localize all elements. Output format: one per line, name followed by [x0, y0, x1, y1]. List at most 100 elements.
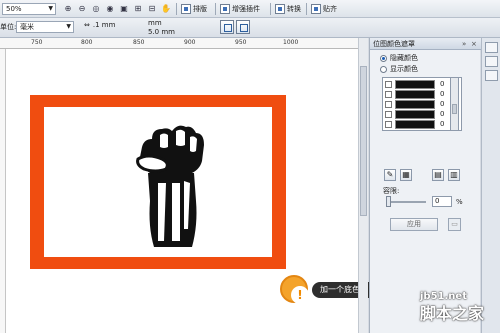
color-checkbox[interactable]: [385, 121, 392, 128]
bitmap-color-mask-docker: 位图颜色遮罩 » × 隐藏颜色 显示颜色 0 0 0 0 0 ✎ ▦ ▤ ▥ 容…: [369, 38, 481, 333]
save-mask-icon[interactable]: ▤: [432, 169, 444, 181]
color-swatch: [395, 100, 435, 109]
vertical-scrollbar[interactable]: [358, 38, 368, 333]
scrollbar-thumb[interactable]: [360, 66, 367, 216]
property-bar: 单位: 毫米 ▼ ⇔ .1 mm mm 5.0 mm: [0, 18, 500, 38]
color-swatch: [395, 120, 435, 129]
arrange-icon: [181, 4, 191, 14]
horizontal-ruler: 750 800 850 900 950 1000: [0, 38, 362, 49]
zoom-level-value: 50%: [6, 5, 22, 13]
color-swatch: [395, 90, 435, 99]
eyedropper-icon[interactable]: ✎: [384, 169, 396, 181]
close-icon[interactable]: ×: [471, 38, 477, 50]
convert-label: 转换: [287, 5, 301, 13]
zoom-out-icon[interactable]: ⊖: [76, 3, 88, 15]
tolerance-slider-track[interactable]: [390, 201, 426, 203]
nudge-value: .1 mm: [92, 21, 116, 29]
docker-tab[interactable]: [485, 56, 498, 67]
toolbar-separator: [306, 3, 307, 15]
color-list-scrollbar[interactable]: [450, 77, 459, 131]
convert-icon: [275, 4, 285, 14]
watermark-name: 脚本之家: [420, 304, 485, 323]
show-colors-label: 显示颜色: [390, 65, 418, 73]
bitmap-image[interactable]: [44, 107, 272, 257]
docker-title: 位图颜色遮罩: [373, 40, 415, 48]
arrange-menu-button[interactable]: 排版: [181, 2, 207, 16]
tolerance-label: 容限:: [383, 187, 400, 195]
ruler-tick-label: 1000: [283, 39, 299, 46]
toolbar-separator: [215, 3, 216, 15]
zoom-in-icon[interactable]: ⊕: [62, 3, 74, 15]
docker-title-bar: 位图颜色遮罩 » ×: [370, 38, 481, 50]
color-tolerance-value: 0: [440, 100, 445, 108]
color-checkbox[interactable]: [385, 111, 392, 118]
pan-icon[interactable]: ✋: [160, 3, 172, 15]
convert-menu-button[interactable]: 转换: [275, 2, 301, 16]
ruler-tick-label: 950: [235, 39, 247, 46]
color-tolerance-value: 0: [440, 120, 445, 128]
apply-button[interactable]: 应用: [390, 218, 438, 231]
raised-fist-graphic: [136, 125, 204, 247]
unit-label: 单位:: [0, 23, 17, 31]
tip-bubble: !: [280, 275, 309, 304]
dup-x-value: mm: [148, 19, 162, 27]
zoom-page-icon[interactable]: ▣: [118, 3, 130, 15]
treat-as-filled-icon[interactable]: [220, 20, 234, 34]
zoom-height-icon[interactable]: ⊟: [146, 3, 158, 15]
nudge-icon: ⇔: [84, 21, 90, 29]
chevron-down-icon: ▼: [66, 23, 71, 30]
color-tolerance-value: 0: [440, 90, 445, 98]
arrange-label: 排版: [193, 5, 207, 13]
scrollbar-thumb[interactable]: [452, 104, 457, 114]
zoom-selection-icon[interactable]: ◎: [90, 3, 102, 15]
hide-colors-option[interactable]: 隐藏颜色: [380, 53, 418, 63]
zoom-level-select[interactable]: 50% ▼: [2, 3, 56, 15]
ruler-tick-label: 800: [81, 39, 93, 46]
standard-toolbar: 50% ▼ ⊕ ⊖ ◎ ◉ ▣ ⊞ ⊟ ✋ 排版 增强插件 转换 贴齐: [0, 0, 500, 18]
docker-tab[interactable]: [485, 70, 498, 81]
toolbar-separator: [270, 3, 271, 15]
color-swatch: [395, 110, 435, 119]
color-row[interactable]: 0: [383, 119, 453, 130]
unit-select[interactable]: 毫米 ▼: [16, 21, 74, 33]
orange-background-frame[interactable]: [30, 95, 286, 269]
open-mask-icon[interactable]: ▥: [448, 169, 460, 181]
snap-options-icon[interactable]: [236, 20, 250, 34]
color-checkbox[interactable]: [385, 91, 392, 98]
toolbar-separator: [176, 3, 177, 15]
radio-selected-icon[interactable]: [380, 54, 387, 62]
plugin-icon: [220, 4, 230, 14]
show-colors-option[interactable]: 显示颜色: [380, 64, 418, 74]
edit-color-icon[interactable]: ▦: [400, 169, 412, 181]
radio-icon[interactable]: [380, 65, 387, 73]
docker-tab[interactable]: [485, 42, 498, 53]
enhance-plugin-menu-button[interactable]: 增强插件: [220, 2, 260, 16]
duplicate-y-field[interactable]: 5.0 mm: [148, 28, 198, 36]
color-checkbox[interactable]: [385, 101, 392, 108]
ruler-tick-label: 750: [31, 39, 43, 46]
nudge-distance-field[interactable]: ⇔ .1 mm: [84, 21, 115, 29]
paste-snap-label: 贴齐: [323, 5, 337, 13]
tolerance-unit: %: [456, 198, 463, 206]
delete-icon[interactable]: ▭: [448, 218, 461, 231]
color-tolerance-value: 0: [440, 80, 445, 88]
chevron-down-icon: ▼: [48, 5, 53, 12]
hide-colors-label: 隐藏颜色: [390, 54, 418, 62]
docker-tab-strip: [481, 38, 500, 333]
enhance-plugin-label: 增强插件: [232, 5, 260, 13]
zoom-width-icon[interactable]: ⊞: [132, 3, 144, 15]
duplicate-x-field[interactable]: mm: [148, 19, 198, 27]
color-tolerance-value: 0: [440, 110, 445, 118]
ruler-tick-label: 900: [184, 39, 196, 46]
paste-snap-menu-button[interactable]: 贴齐: [311, 2, 337, 16]
collapse-icon[interactable]: »: [462, 38, 466, 50]
tolerance-input[interactable]: 0: [432, 196, 452, 207]
color-checkbox[interactable]: [385, 81, 392, 88]
snap-icon: [311, 4, 321, 14]
color-swatch: [395, 80, 435, 89]
ruler-tick-label: 850: [133, 39, 145, 46]
zoom-all-icon[interactable]: ◉: [104, 3, 116, 15]
dup-y-value: 5.0 mm: [148, 28, 175, 36]
exclamation-icon: !: [291, 286, 309, 304]
tolerance-slider-thumb[interactable]: [386, 196, 391, 207]
